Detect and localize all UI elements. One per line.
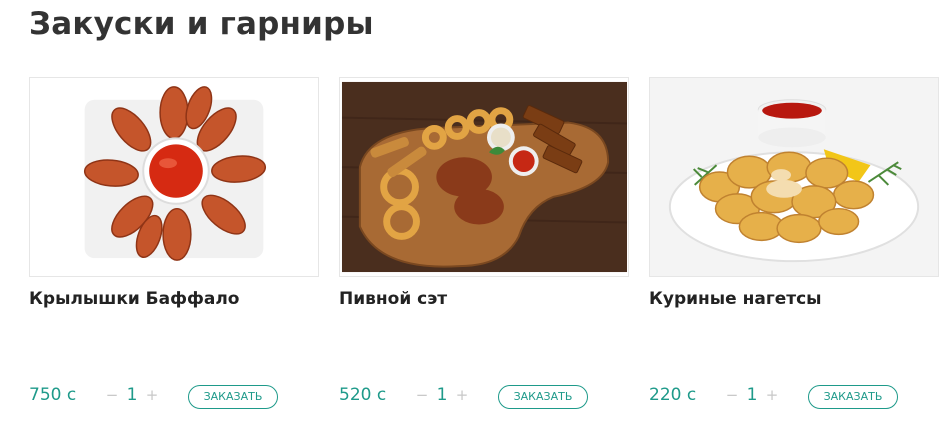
- quantity-stepper: − 1 +: [725, 383, 779, 407]
- increment-button[interactable]: +: [145, 386, 159, 404]
- product-price: 220 с: [649, 385, 697, 405]
- increment-button[interactable]: +: [765, 386, 779, 404]
- decrement-button[interactable]: −: [105, 386, 119, 404]
- beer-set-image[interactable]: [339, 77, 629, 277]
- section-title: Закуски и гарниры: [29, 6, 374, 42]
- buffalo-wings-image[interactable]: [29, 77, 319, 277]
- quantity-stepper: − 1 +: [415, 383, 469, 407]
- product-price: 520 с: [339, 385, 387, 405]
- quantity-value: 1: [436, 385, 448, 405]
- menu-page: Закуски и гарниры Крылышки Баффало 750 с…: [0, 0, 951, 440]
- order-button[interactable]: ЗАКАЗАТЬ: [188, 385, 278, 409]
- order-button[interactable]: ЗАКАЗАТЬ: [498, 385, 588, 409]
- quantity-value: 1: [126, 385, 138, 405]
- quantity-value: 1: [746, 385, 758, 405]
- product-name: Пивной сэт: [339, 289, 448, 309]
- product-price: 750 с: [29, 385, 77, 405]
- product-name: Куриные нагетсы: [649, 289, 822, 309]
- decrement-button[interactable]: −: [415, 386, 429, 404]
- order-button[interactable]: ЗАКАЗАТЬ: [808, 385, 898, 409]
- decrement-button[interactable]: −: [725, 386, 739, 404]
- chicken-nuggets-image[interactable]: [649, 77, 939, 277]
- increment-button[interactable]: +: [455, 386, 469, 404]
- product-card: Пивной сэт 520 с − 1 + ЗАКАЗАТЬ: [339, 77, 629, 422]
- quantity-stepper: − 1 +: [105, 383, 159, 407]
- product-name: Крылышки Баффало: [29, 289, 240, 309]
- product-card: Куриные нагетсы 220 с − 1 + ЗАКАЗАТЬ: [649, 77, 939, 422]
- product-card: Крылышки Баффало 750 с − 1 + ЗАКАЗАТЬ: [29, 77, 319, 422]
